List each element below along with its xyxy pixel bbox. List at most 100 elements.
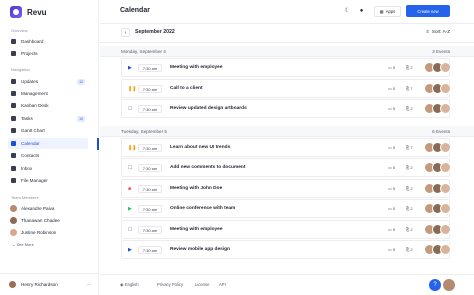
avatar <box>440 244 451 255</box>
pause-status-icon[interactable]: ❚❚ <box>128 86 136 92</box>
day-date: Tuesday, September 5 <box>121 128 167 134</box>
avatar <box>10 217 17 224</box>
moon-icon[interactable]: ☾ <box>344 8 351 15</box>
sidebar-item-tasks[interactable]: Tasks 10 <box>8 113 88 124</box>
sidebar-item-file-manager[interactable]: File Manager <box>8 175 88 186</box>
tasks-count-badge: 10 <box>77 115 85 122</box>
calendar-icon <box>11 141 16 146</box>
check-status-icon[interactable]: ☐ <box>128 227 133 233</box>
sidebar-item-label: File Manager <box>21 178 48 183</box>
event-row[interactable]: ▶ 7:30 am Meeting with employee ▭ 5 ⎘ 2 <box>121 58 451 77</box>
event-title: Review updated design artboards <box>170 106 247 111</box>
sort-dropdown[interactable]: ≡ Sort: A-Z <box>426 29 450 34</box>
event-row[interactable]: ☐ 7:30 am Meeting with employee ▭ 5 ⎘ 2 <box>121 219 451 239</box>
prev-month-button[interactable]: ‹ <box>121 28 130 37</box>
sidebar-item-label: Gantt Chart <box>21 128 45 133</box>
play-status-icon[interactable]: ▶ <box>128 206 133 212</box>
sidebar-item-dashboard[interactable]: Dashboard <box>8 36 88 47</box>
gantt-chart-icon <box>11 128 16 133</box>
sidebar-item-contacts[interactable]: Contacts <box>8 150 88 161</box>
event-time: 7:30 am <box>138 143 162 152</box>
license-link[interactable]: License <box>195 282 209 287</box>
main-content: Calendar ☾ ● ▦ Apps Create new ‹ › Septe… <box>100 0 474 295</box>
attachment-count: ⎘ 2 <box>406 206 413 211</box>
assignee-avatars <box>424 162 451 173</box>
attachment-count: ⎘ 2 <box>406 106 413 111</box>
event-row[interactable]: ☐ 7:30 am Review updated design artboards ▭… <box>121 99 451 118</box>
page-title: Calendar <box>120 7 150 14</box>
play-status-icon[interactable]: ▶ <box>128 65 133 71</box>
comment-count: ▭ 5 <box>388 85 396 91</box>
sidebar-item-updates[interactable]: Updates 12 <box>8 76 88 87</box>
stop-status-icon[interactable]: ■ <box>128 186 133 192</box>
avatar[interactable] <box>443 279 455 291</box>
projects-icon <box>11 51 16 56</box>
user-name: Henry Richardson <box>21 282 58 287</box>
avatar <box>10 229 17 236</box>
day-header: Tuesday, September 5 6 Events <box>100 125 474 137</box>
language-selector[interactable]: ◉ English <box>120 282 139 287</box>
team-member[interactable]: Thanawan Chadee <box>10 217 60 224</box>
current-user[interactable]: Henry Richardson ⋯ <box>0 273 99 295</box>
sidebar-item-label: Inbox <box>21 166 33 171</box>
event-row[interactable]: ❚❚ 7:30 am Learn about new UI trends ▭ 5 ⎘ 7 <box>121 137 451 157</box>
event-row[interactable]: ▶ 7:30 am Review mobile app design ▭ 5 ⎘ 2 <box>121 240 451 259</box>
sidebar-item-label: Management <box>21 91 48 96</box>
more-options-icon[interactable]: ⋯ <box>86 282 91 288</box>
sidebar-item-kanban-desk[interactable]: Kanban Desk <box>8 100 88 111</box>
member-name: Alexandre Paiva <box>21 206 55 211</box>
comment-count-value: 5 <box>392 247 396 252</box>
language-label: English <box>124 282 139 287</box>
avatar <box>10 205 17 212</box>
event-title: Meeting with employee <box>170 65 223 70</box>
bell-icon[interactable]: ● <box>358 8 365 15</box>
comment-count: ▭ 5 <box>388 165 396 170</box>
check-status-icon[interactable]: ☐ <box>128 165 133 171</box>
event-title: Call to a client <box>170 85 203 91</box>
assignee-avatars <box>424 103 451 114</box>
create-new-button[interactable]: Create new <box>406 5 450 17</box>
member-name: Justine Robinson <box>21 230 57 235</box>
help-icon[interactable]: ? <box>429 279 441 291</box>
current-month: September 2022 <box>135 29 175 35</box>
sidebar-item-gantt-chart[interactable]: Gantt Chart <box>8 125 88 136</box>
avatar <box>440 162 451 173</box>
assignee-avatars <box>424 62 451 73</box>
team-member[interactable]: Justine Robinson <box>10 229 56 236</box>
pause-status-icon[interactable]: ❚❚ <box>128 145 136 151</box>
comment-count: ▭ 5 <box>388 247 396 252</box>
comment-count-value: 5 <box>392 165 396 170</box>
sidebar-item-management[interactable]: Management <box>8 88 88 99</box>
api-link[interactable]: API <box>219 282 226 287</box>
event-row[interactable]: ▶ 7:30 am Online conference with team ▭ 5 ⎘ … <box>121 199 451 218</box>
attachment-count-value: 2 <box>410 165 413 170</box>
event-row[interactable]: ■ 7:30 am Meeting with John Doe ▭ 5 ⎘ 2 <box>121 178 451 198</box>
sidebar-item-label: Contacts <box>21 153 40 158</box>
assignee-avatars <box>424 182 451 194</box>
privacy-policy-link[interactable]: Privacy Policy <box>157 282 183 287</box>
event-time: 7:30 am <box>138 105 162 113</box>
see-more-label: See More <box>16 242 34 247</box>
event-row[interactable]: ☐ 7:30 am Add new comments to document ▭ 5 ⎘… <box>121 158 451 177</box>
sort-icon: ≡ <box>426 29 429 34</box>
assignee-avatars <box>424 82 451 94</box>
event-row[interactable]: ❚❚ 7:30 am Call to a client ▭ 5 ⎘ 7 <box>121 78 451 98</box>
header: Calendar ☾ ● ▦ Apps Create new <box>100 0 474 24</box>
attachment-count: ⎘ 2 <box>406 185 413 191</box>
event-time: 7:30 am <box>138 164 162 172</box>
team-member[interactable]: Alexandre Paiva <box>10 205 54 212</box>
avatar <box>440 62 451 73</box>
apps-button[interactable]: ▦ Apps <box>374 6 401 17</box>
sidebar-item-projects[interactable]: Projects <box>8 48 88 59</box>
check-status-icon[interactable]: ☐ <box>128 106 133 112</box>
comment-count-value: 5 <box>392 206 396 211</box>
play-status-icon[interactable]: ▶ <box>128 247 133 253</box>
brand[interactable]: Revu <box>10 6 47 18</box>
attachment-count-value: 2 <box>410 226 413 232</box>
sidebar-item-calendar[interactable]: Calendar <box>8 138 88 149</box>
event-title: Meeting with John Doe <box>170 185 223 191</box>
sidebar-item-label: Projects <box>21 51 38 56</box>
sidebar-item-inbox[interactable]: Inbox <box>8 163 88 174</box>
event-time: 7:30 am <box>138 64 162 72</box>
see-more-link[interactable]: ⌄ See More <box>12 242 34 247</box>
